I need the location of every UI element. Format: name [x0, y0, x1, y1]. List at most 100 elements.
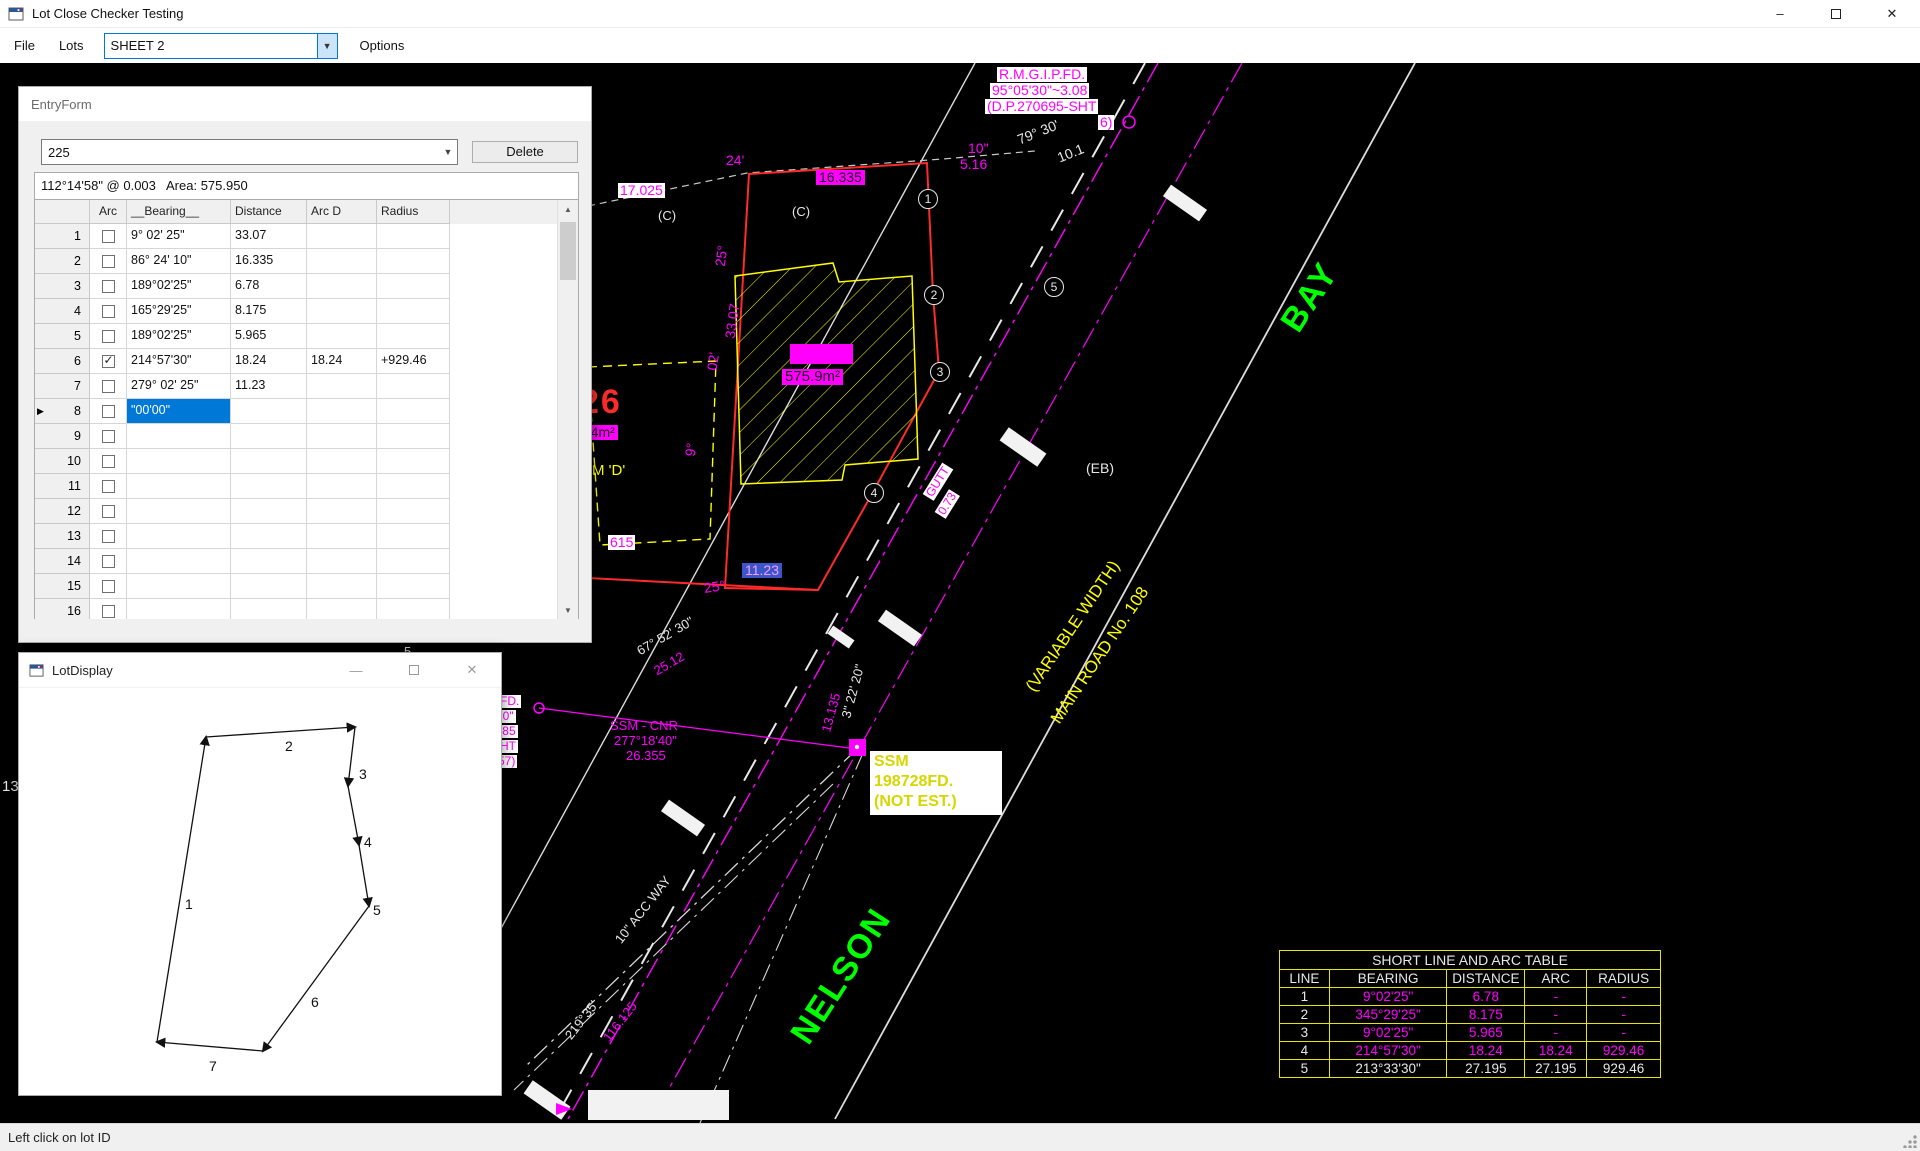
arc-checkbox[interactable] — [102, 430, 115, 443]
grid-row[interactable]: 14 — [35, 549, 578, 574]
distance-cell[interactable]: 16.335 — [231, 249, 307, 274]
arc-checkbox[interactable] — [102, 230, 115, 243]
point-id-2[interactable]: 2 — [924, 285, 944, 305]
arc-checkbox[interactable] — [102, 280, 115, 293]
arc-checkbox[interactable] — [102, 555, 115, 568]
distance-cell[interactable]: 18.24 — [231, 349, 307, 374]
arc-checkbox[interactable] — [102, 530, 115, 543]
radius-cell[interactable] — [377, 399, 450, 424]
arc-d-cell[interactable] — [307, 424, 377, 449]
bearing-cell[interactable] — [127, 574, 231, 599]
row-header[interactable]: 7 — [35, 374, 90, 399]
radius-cell[interactable] — [377, 224, 450, 249]
arc-d-cell[interactable] — [307, 249, 377, 274]
radius-cell[interactable] — [377, 449, 450, 474]
distance-cell[interactable]: 6.78 — [231, 274, 307, 299]
grid-col-arc[interactable]: Arc — [90, 200, 127, 224]
maximize-button[interactable] — [385, 653, 443, 687]
arc-d-cell[interactable] — [307, 524, 377, 549]
radius-cell[interactable] — [377, 524, 450, 549]
row-header[interactable]: 14 — [35, 549, 90, 574]
row-header[interactable]: 2 — [35, 249, 90, 274]
arc-cell[interactable] — [90, 549, 127, 574]
arc-cell[interactable] — [90, 299, 127, 324]
arc-d-cell[interactable] — [307, 224, 377, 249]
arc-checkbox[interactable] — [102, 255, 115, 268]
sheet-combobox[interactable]: SHEET 2 ▼ — [104, 33, 338, 59]
distance-cell[interactable] — [231, 424, 307, 449]
radius-cell[interactable] — [377, 299, 450, 324]
distance-cell[interactable] — [231, 549, 307, 574]
arc-d-cell[interactable] — [307, 299, 377, 324]
grid-row[interactable]: 5189°02'25"5.965 — [35, 324, 578, 349]
radius-cell[interactable]: +929.46 — [377, 349, 450, 374]
row-header[interactable]: 6 — [35, 349, 90, 374]
row-header[interactable]: 12 — [35, 499, 90, 524]
arc-checkbox[interactable] — [102, 405, 115, 418]
delete-button[interactable]: Delete — [472, 141, 578, 163]
bearing-cell[interactable] — [127, 524, 231, 549]
bearing-cell[interactable] — [127, 474, 231, 499]
grid-row[interactable]: 9 — [35, 424, 578, 449]
menu-file[interactable]: File — [4, 34, 45, 57]
arc-cell[interactable] — [90, 424, 127, 449]
grid-row[interactable]: 15 — [35, 574, 578, 599]
grid-row[interactable]: 13 — [35, 524, 578, 549]
chevron-down-icon[interactable]: ▼ — [439, 147, 457, 157]
arc-checkbox[interactable] — [102, 505, 115, 518]
scroll-down-icon[interactable]: ▼ — [558, 601, 578, 619]
grid-row[interactable]: 4165°29'25"8.175 — [35, 299, 578, 324]
arc-checkbox[interactable] — [102, 305, 115, 318]
distance-cell[interactable]: 8.175 — [231, 299, 307, 324]
bearing-cell[interactable] — [127, 599, 231, 619]
scrollbar-thumb[interactable] — [560, 222, 576, 280]
arc-checkbox[interactable] — [102, 355, 115, 368]
row-header[interactable]: ▶8 — [35, 399, 90, 424]
grid-col-bearing[interactable]: __Bearing__ — [127, 200, 231, 224]
distance-cell[interactable] — [231, 399, 307, 424]
arc-d-cell[interactable] — [307, 549, 377, 574]
distance-cell[interactable] — [231, 524, 307, 549]
arc-checkbox[interactable] — [102, 580, 115, 593]
radius-cell[interactable] — [377, 574, 450, 599]
arc-checkbox[interactable] — [102, 330, 115, 343]
radius-cell[interactable] — [377, 324, 450, 349]
radius-cell[interactable] — [377, 249, 450, 274]
radius-cell[interactable] — [377, 474, 450, 499]
grid-row[interactable]: 19° 02' 25"33.07 — [35, 224, 578, 249]
arc-d-cell[interactable] — [307, 399, 377, 424]
arc-cell[interactable] — [90, 574, 127, 599]
menu-options[interactable]: Options — [350, 34, 415, 57]
bearing-cell[interactable] — [127, 499, 231, 524]
point-id-1[interactable]: 1 — [918, 189, 938, 209]
minimize-button[interactable]: – — [1752, 0, 1808, 28]
bearing-cell[interactable]: 86° 24' 10" — [127, 249, 231, 274]
grid-col-distance[interactable]: Distance — [231, 200, 307, 224]
arc-d-cell[interactable] — [307, 599, 377, 619]
arc-d-cell[interactable] — [307, 374, 377, 399]
distance-cell[interactable]: 33.07 — [231, 224, 307, 249]
grid-row[interactable]: 12 — [35, 499, 578, 524]
radius-cell[interactable] — [377, 549, 450, 574]
row-header[interactable]: 16 — [35, 599, 90, 619]
close-button[interactable]: ✕ — [1864, 0, 1920, 28]
grid-row[interactable]: 2 86° 24' 10"16.335 — [35, 249, 578, 274]
bearing-grid[interactable]: Arc __Bearing__ Distance Arc D Radius 19… — [35, 199, 578, 619]
radius-cell[interactable] — [377, 374, 450, 399]
grid-col-arc-d[interactable]: Arc D — [307, 200, 377, 224]
distance-cell[interactable] — [231, 474, 307, 499]
arc-checkbox[interactable] — [102, 605, 115, 618]
arc-cell[interactable] — [90, 349, 127, 374]
grid-row[interactable]: 11 — [35, 474, 578, 499]
arc-cell[interactable] — [90, 274, 127, 299]
grid-row[interactable]: 10 — [35, 449, 578, 474]
arc-d-cell[interactable] — [307, 274, 377, 299]
bearing-cell[interactable]: 189°02'25" — [127, 324, 231, 349]
row-header[interactable]: 10 — [35, 449, 90, 474]
radius-cell[interactable] — [377, 274, 450, 299]
distance-cell[interactable] — [231, 599, 307, 619]
grid-row[interactable]: 3189°02'25"6.78 — [35, 274, 578, 299]
distance-cell[interactable]: 5.965 — [231, 324, 307, 349]
distance-cell[interactable] — [231, 499, 307, 524]
arc-cell[interactable] — [90, 449, 127, 474]
